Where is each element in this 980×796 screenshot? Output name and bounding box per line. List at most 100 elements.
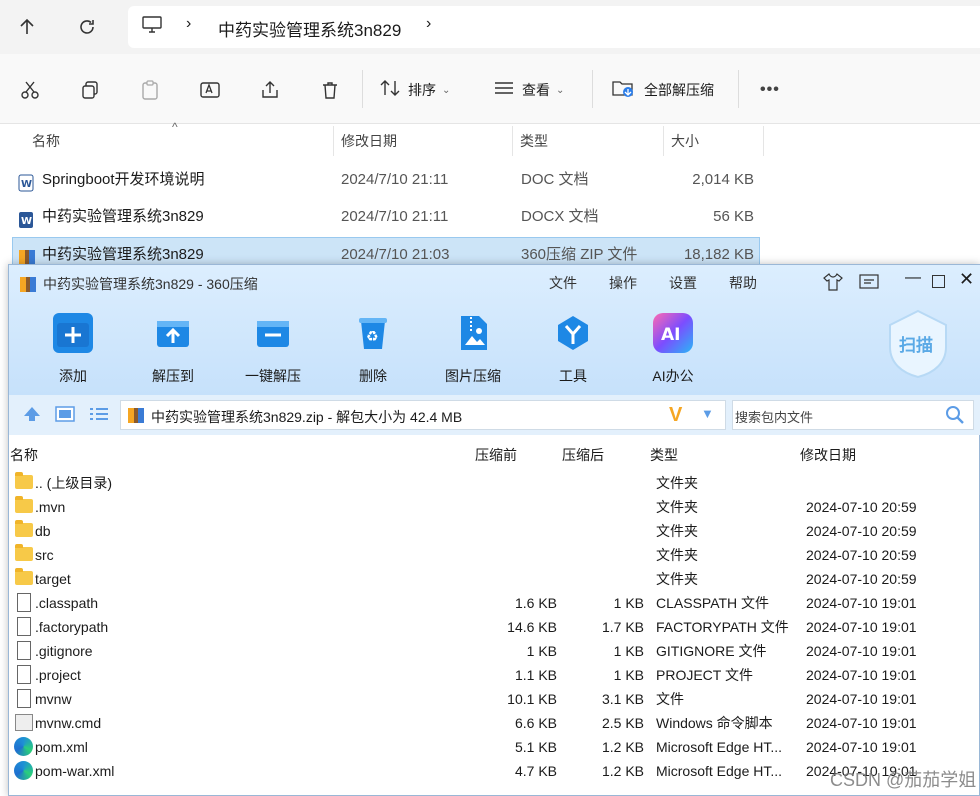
column-header-modified[interactable]: 修改日期 <box>341 126 397 156</box>
zip-file-row[interactable]: mvnw.cmd 6.6 KB 2.5 KB Windows 命令脚本 2024-07-… <box>11 711 979 735</box>
svg-text:W: W <box>21 179 32 190</box>
zip-file-size-after: 1 KB <box>613 643 644 659</box>
v-logo-icon[interactable]: V <box>669 404 682 427</box>
address-bar[interactable]: › 中药实验管理系统3n829 › <box>128 6 980 48</box>
view-button[interactable]: 查看 ⌄ <box>494 72 564 108</box>
ai-office-button[interactable]: AI AI办公 <box>633 313 713 386</box>
share-icon[interactable] <box>256 72 284 108</box>
refresh-icon[interactable] <box>70 10 104 44</box>
zip-file-row[interactable]: .. (上级目录) 文件夹 <box>11 471 979 495</box>
zip-file-row[interactable]: src 文件夹 2024-07-10 20:59 <box>11 543 979 567</box>
copy-icon[interactable] <box>76 72 104 108</box>
zip-file-row[interactable]: target 文件夹 2024-07-10 20:59 <box>11 567 979 591</box>
paste-icon[interactable] <box>136 72 164 108</box>
chevron-right-icon[interactable]: › <box>426 15 431 33</box>
zip-file-size-after: 1.2 KB <box>601 739 644 755</box>
sort-icon <box>380 79 400 102</box>
zip-file-type: PROJECT 文件 <box>656 667 753 683</box>
chevron-right-icon[interactable]: › <box>186 15 191 33</box>
zip-file-size-before: 5.1 KB <box>514 739 557 755</box>
add-button[interactable]: 添加 <box>33 313 113 386</box>
up-arrow-icon[interactable] <box>10 10 44 44</box>
file-row[interactable]: W Springboot开发环境说明 2024/7/10 21:11 DOC 文… <box>12 163 760 197</box>
add-folder-icon <box>53 313 93 353</box>
zip-file-row[interactable]: pom.xml 5.1 KB 1.2 KB Microsoft Edge HT... 2… <box>11 735 979 759</box>
zip-file-size-after: 1.2 KB <box>601 763 644 779</box>
zip-file-type: GITIGNORE 文件 <box>656 643 767 659</box>
zip-file-name: pom.xml <box>35 739 88 755</box>
zip-file-modified: 2024-07-10 20:59 <box>806 523 917 539</box>
zip-file-modified: 2024-07-10 19:01 <box>806 643 917 659</box>
zip-file-size-after: 1 KB <box>613 595 644 611</box>
cut-icon[interactable] <box>16 72 44 108</box>
svg-text:♻: ♻ <box>366 329 379 345</box>
zip-file-row[interactable]: .gitignore 1 KB 1 KB GITIGNORE 文件 2024-07-10… <box>11 639 979 663</box>
feedback-icon[interactable] <box>859 274 879 295</box>
up-level-icon[interactable] <box>23 406 41 427</box>
tools-icon <box>553 313 593 353</box>
zip-file-name: .mvn <box>35 499 66 515</box>
search-icon[interactable] <box>945 405 965 430</box>
zip-file-type: 文件夹 <box>656 499 698 515</box>
scan-button[interactable]: 扫描 <box>887 309 949 379</box>
list-view-icon[interactable] <box>89 406 109 427</box>
thumbnail-view-icon[interactable] <box>55 406 75 427</box>
zip-file-row[interactable]: .mvn 文件夹 2024-07-10 20:59 <box>11 495 979 519</box>
delete-icon[interactable] <box>316 72 344 108</box>
zip-file-row[interactable]: mvnw 10.1 KB 3.1 KB 文件 2024-07-10 19:01 <box>11 687 979 711</box>
zip-file-name: .gitignore <box>35 643 93 659</box>
zip-file-modified: 2024-07-10 19:01 <box>806 715 917 731</box>
zip-archive-icon <box>19 275 37 298</box>
zip-file-size-after: 2.5 KB <box>601 715 644 731</box>
archive-path-field[interactable]: 中药实验管理系统3n829.zip - 解包大小为 42.4 MB V ▼ <box>120 400 726 430</box>
tools-button[interactable]: 工具 <box>533 313 613 386</box>
zip-file-row[interactable]: .project 1.1 KB 1 KB PROJECT 文件 2024-07-10 1… <box>11 663 979 687</box>
zip-file-type: 文件夹 <box>656 523 698 539</box>
menu-file[interactable]: 文件 <box>549 273 577 293</box>
zip-column-name[interactable]: 名称 <box>10 445 38 465</box>
skin-shirt-icon[interactable] <box>823 273 843 296</box>
sort-button[interactable]: 排序 ⌄ <box>380 72 450 108</box>
column-header-name[interactable]: 名称 <box>32 126 60 156</box>
zip-file-size-before: 6.6 KB <box>514 715 557 731</box>
file-row[interactable]: W 中药实验管理系统3n829 2024/7/10 21:11 DOCX 文档 … <box>12 200 760 234</box>
image-compress-button[interactable]: 图片压缩 <box>433 313 513 386</box>
menu-settings[interactable]: 设置 <box>669 273 697 293</box>
extract-all-button[interactable]: 全部解压缩 <box>612 72 714 108</box>
zip-file-type: 文件夹 <box>656 571 698 587</box>
zip-file-name: target <box>35 571 71 587</box>
zip-file-size-before: 4.7 KB <box>514 763 557 779</box>
view-list-icon <box>494 80 514 101</box>
extract-to-button[interactable]: 解压到 <box>133 313 213 386</box>
zip-file-size-before: 1.1 KB <box>514 667 557 683</box>
zip-column-after[interactable]: 压缩后 <box>562 445 604 465</box>
zip-file-size-before: 1 KB <box>526 643 557 659</box>
zip-column-modified[interactable]: 修改日期 <box>800 445 856 465</box>
zip-file-row[interactable]: db 文件夹 2024-07-10 20:59 <box>11 519 979 543</box>
zip-column-before[interactable]: 压缩前 <box>475 445 517 465</box>
zip-file-type: FACTORYPATH 文件 <box>656 619 789 635</box>
zip-column-type[interactable]: 类型 <box>650 445 678 465</box>
column-header-type[interactable]: 类型 <box>520 126 548 156</box>
zip-file-row[interactable]: .classpath 1.6 KB 1 KB CLASSPATH 文件 2024-07-… <box>11 591 979 615</box>
delete-button[interactable]: ♻ 删除 <box>333 313 413 386</box>
zip-file-modified: 2024-07-10 19:01 <box>806 691 917 707</box>
column-header-size[interactable]: 大小 <box>671 126 699 156</box>
minimize-icon[interactable]: — <box>905 269 921 287</box>
one-click-extract-button[interactable]: 一键解压 <box>233 313 313 386</box>
maximize-icon[interactable] <box>932 275 945 288</box>
more-options-button[interactable]: ••• <box>760 72 780 108</box>
zip-file-name: db <box>35 523 51 539</box>
zip-file-row[interactable]: .factorypath 14.6 KB 1.7 KB FACTORYPATH 文件 2… <box>11 615 979 639</box>
menu-operate[interactable]: 操作 <box>609 273 637 293</box>
menu-help[interactable]: 帮助 <box>729 273 757 293</box>
close-icon[interactable]: ✕ <box>959 269 974 290</box>
zip-file-name: .project <box>35 667 81 683</box>
rename-icon[interactable] <box>196 72 224 108</box>
zip-file-name: .. (上级目录) <box>35 475 112 491</box>
extract-folder-icon <box>153 313 193 353</box>
address-path[interactable]: 中药实验管理系统3n829 <box>218 16 401 41</box>
dropdown-triangle-icon[interactable]: ▼ <box>701 406 714 421</box>
search-archive-input[interactable]: 搜索包内文件 <box>732 400 974 430</box>
zip-file-type: 文件夹 <box>656 475 698 491</box>
